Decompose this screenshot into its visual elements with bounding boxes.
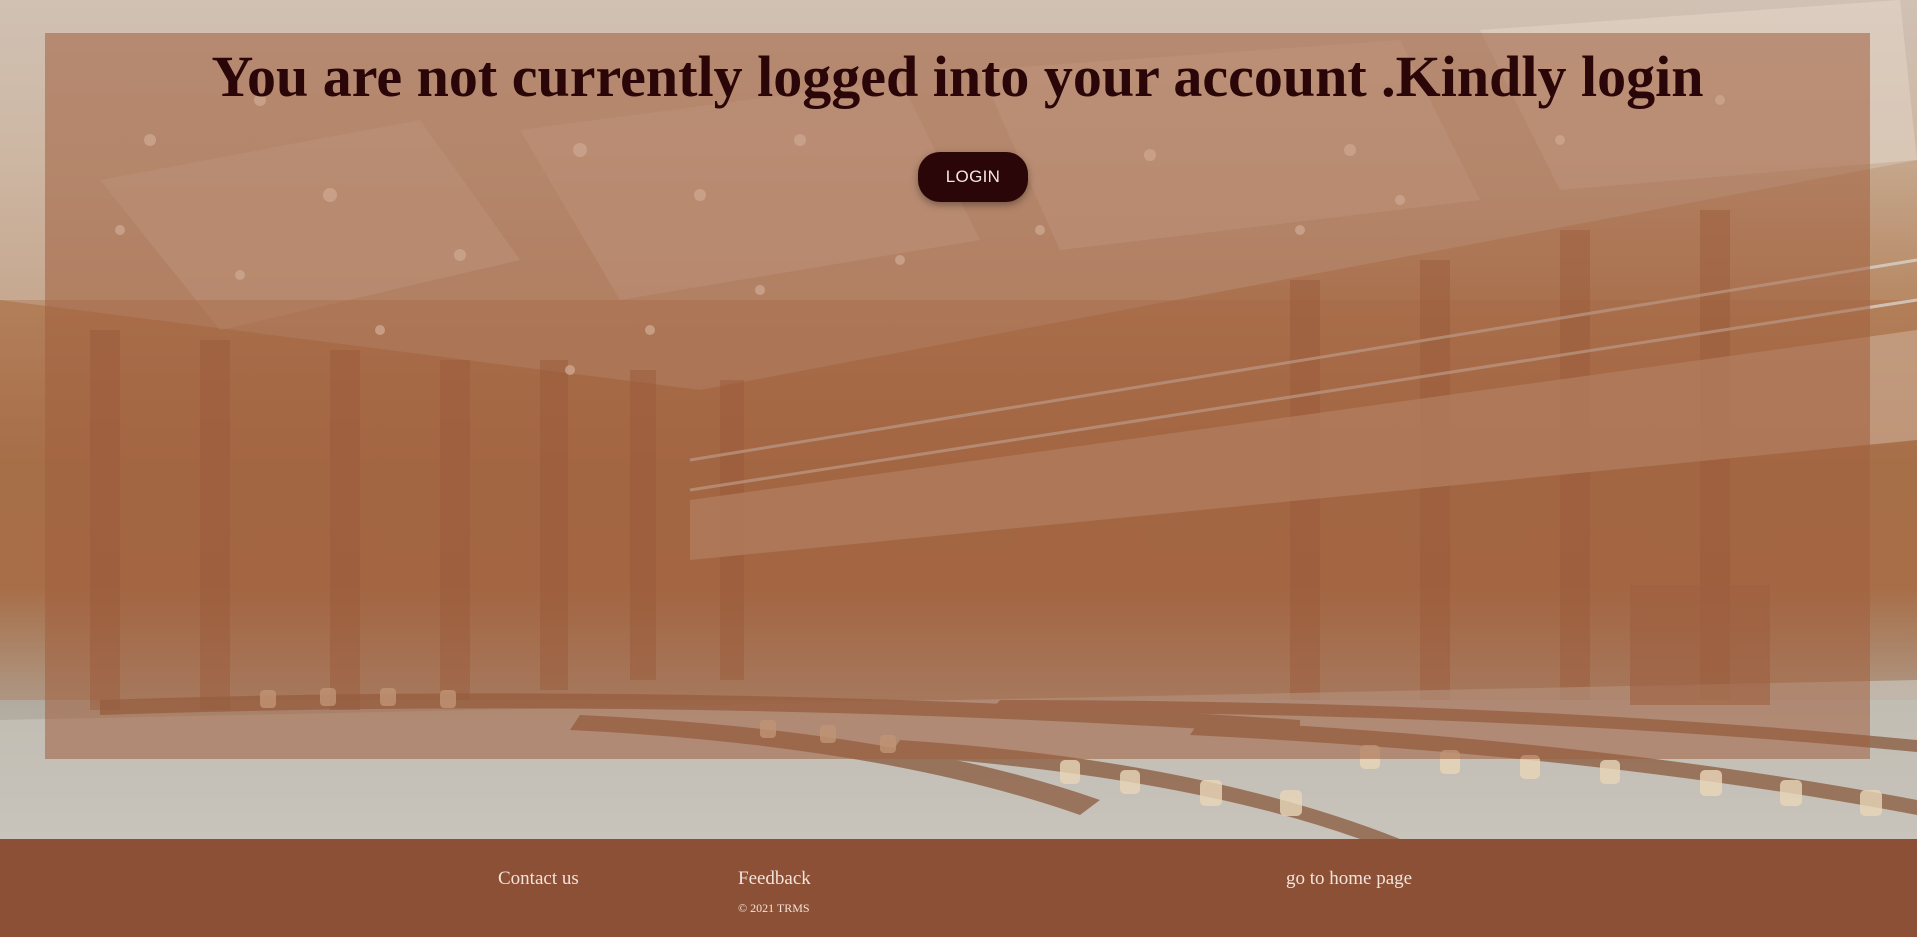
contact-us-link[interactable]: Contact us [498,868,579,890]
login-button[interactable]: LOGIN [918,152,1028,202]
page: You are not currently logged into your a… [0,0,1917,937]
feedback-link[interactable]: Feedback [738,868,811,890]
content-overlay [45,33,1870,759]
not-logged-in-heading: You are not currently logged into your a… [211,44,1704,109]
footer: Contact us Feedback © 2021 TRMS go to ho… [0,839,1917,937]
copyright-text: © 2021 TRMS [738,901,810,915]
home-page-link[interactable]: go to home page [1286,868,1412,890]
